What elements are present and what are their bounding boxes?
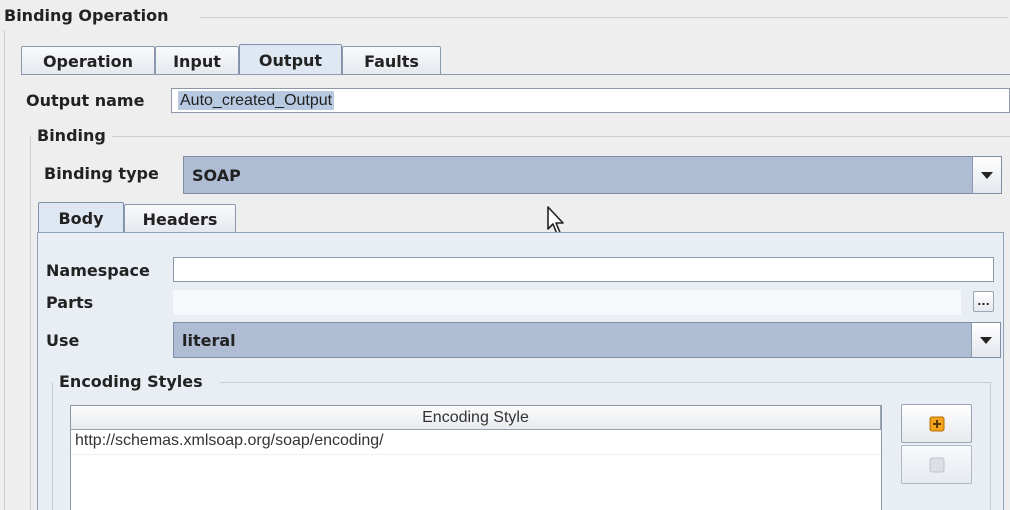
tab-body[interactable]: Body: [38, 202, 124, 233]
parts-browse-button[interactable]: ...: [973, 291, 994, 312]
tab-headers[interactable]: Headers: [124, 204, 236, 233]
binding-group-title: Binding: [37, 126, 106, 145]
use-select[interactable]: literal: [173, 322, 1001, 358]
binding-operation-divider: [200, 17, 1008, 18]
output-name-value: Auto_created_Output: [178, 91, 335, 110]
tab-operation[interactable]: Operation: [21, 46, 155, 75]
binding-group-divider: [112, 136, 1010, 137]
tab-input-label: Input: [173, 51, 221, 71]
add-encoding-style-button[interactable]: [901, 404, 972, 443]
tab-strip-baseline: [21, 74, 1010, 75]
binding-type-label: Binding type: [44, 164, 159, 183]
add-icon: [929, 416, 944, 431]
more-icon: ...: [977, 295, 990, 308]
binding-type-select[interactable]: SOAP: [183, 156, 1002, 194]
namespace-label: Namespace: [46, 261, 150, 280]
tab-body-label: Body: [58, 208, 104, 228]
remove-icon: [929, 457, 944, 472]
output-name-label: Output name: [26, 91, 145, 110]
namespace-input[interactable]: [173, 257, 994, 282]
tab-faults[interactable]: Faults: [342, 46, 441, 75]
tab-headers-label: Headers: [142, 209, 218, 229]
encoding-styles-divider: [220, 382, 990, 383]
encoding-styles-table[interactable]: Encoding Style http://schemas.xmlsoap.or…: [70, 405, 882, 510]
binding-type-dropdown-button[interactable]: [972, 157, 1001, 193]
tab-faults-label: Faults: [364, 51, 419, 71]
remove-encoding-style-button[interactable]: [901, 445, 972, 484]
encoding-styles-title: Encoding Styles: [59, 372, 203, 391]
use-value: literal: [182, 330, 236, 350]
chevron-down-icon: [981, 171, 993, 179]
encoding-styles-right-border: [990, 382, 991, 510]
binding-type-value: SOAP: [192, 165, 241, 185]
binding-group-left-border: [30, 136, 31, 510]
encoding-styles-left-border: [52, 382, 53, 510]
parts-value: [173, 290, 961, 315]
table-row[interactable]: http://schemas.xmlsoap.org/soap/encoding…: [71, 430, 881, 455]
binding-operation-title: Binding Operation: [4, 6, 169, 25]
chevron-down-icon: [980, 336, 992, 344]
tab-operation-label: Operation: [42, 51, 134, 71]
encoding-style-cell: http://schemas.xmlsoap.org/soap/encoding…: [75, 432, 384, 449]
output-name-field[interactable]: Auto_created_Output: [171, 88, 1010, 113]
encoding-style-column-header-label: Encoding Style: [422, 409, 529, 426]
tab-output-label: Output: [258, 50, 323, 70]
use-label: Use: [46, 331, 80, 350]
binding-operation-left-border: [4, 30, 5, 510]
encoding-style-column-header[interactable]: Encoding Style: [71, 406, 881, 430]
use-dropdown-button[interactable]: [971, 323, 1000, 357]
tab-input[interactable]: Input: [155, 46, 239, 75]
tab-output[interactable]: Output: [239, 44, 342, 75]
parts-label: Parts: [46, 293, 94, 312]
